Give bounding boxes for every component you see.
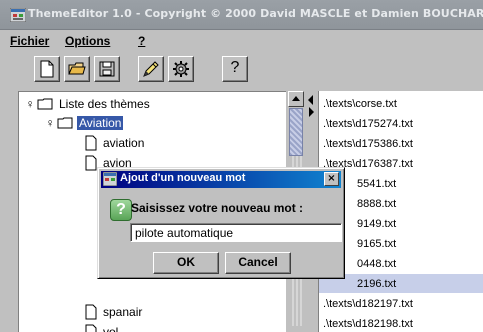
question-icon: ? xyxy=(110,199,132,221)
app-icon xyxy=(10,8,26,22)
file-icon xyxy=(85,304,97,320)
cancel-button[interactable]: Cancel xyxy=(225,252,291,274)
dialog-app-icon xyxy=(103,172,117,186)
file-row[interactable]: .\texts\d175274.txt xyxy=(319,114,483,133)
file-row[interactable]: .\texts\d182198.txt xyxy=(319,314,483,332)
folder-icon xyxy=(37,98,53,110)
new-file-icon xyxy=(40,60,54,78)
file-icon xyxy=(85,135,97,151)
arrow-left-icon xyxy=(308,95,313,105)
tree-root-label: Liste des thèmes xyxy=(59,97,150,111)
expand-key-icon[interactable]: ♀ xyxy=(23,97,37,111)
help-question-icon: ? xyxy=(230,59,240,76)
app-window: ThemeEditor 1.0 - Copyright © 2000 David… xyxy=(0,0,483,332)
settings-button[interactable] xyxy=(168,56,194,82)
file-row[interactable]: .\texts\corse.txt xyxy=(319,94,483,113)
scroll-thumb[interactable] xyxy=(289,108,303,156)
menu-options[interactable]: Options xyxy=(65,34,110,48)
dialog-title-bar[interactable]: Ajout d'un nouveau mot × xyxy=(101,171,341,188)
arrow-up-icon xyxy=(292,96,300,101)
tree-item-aviation-folder[interactable]: ♀ Aviation xyxy=(43,114,124,132)
open-folder-icon xyxy=(68,62,86,75)
tree-root[interactable]: ♀ Liste des thèmes xyxy=(23,95,152,113)
file-row[interactable]: .\texts\d175386.txt xyxy=(319,134,483,153)
file-icon xyxy=(85,324,97,332)
file-row[interactable]: .\texts\d182197.txt xyxy=(319,294,483,313)
toolbar: ? xyxy=(0,52,483,88)
title-bar[interactable]: ThemeEditor 1.0 - Copyright © 2000 David… xyxy=(0,0,483,30)
menu-bar: Fichier Options ? xyxy=(0,30,483,52)
expand-key-icon[interactable]: ♀ xyxy=(43,116,57,130)
file-icon xyxy=(85,155,97,171)
tree-item-spanair[interactable]: spanair xyxy=(85,303,144,321)
dialog-title: Ajout d'un nouveau mot xyxy=(120,172,246,184)
save-disk-icon xyxy=(99,61,115,77)
arrow-right-icon xyxy=(309,107,314,117)
edit-button[interactable] xyxy=(138,56,164,82)
tree-item-label: spanair xyxy=(103,305,143,319)
help-button[interactable]: ? xyxy=(222,56,248,82)
tree-item-aviation[interactable]: aviation xyxy=(85,134,146,152)
settings-gear-icon xyxy=(173,61,189,77)
menu-help[interactable]: ? xyxy=(138,34,145,48)
dialog-close-button[interactable]: × xyxy=(324,172,339,186)
scroll-up-button[interactable] xyxy=(288,91,304,107)
tree-item-label: vol xyxy=(103,325,119,332)
menu-fichier[interactable]: Fichier xyxy=(10,34,49,48)
folder-icon xyxy=(57,117,73,129)
window-title: ThemeEditor 1.0 - Copyright © 2000 David… xyxy=(28,7,483,20)
open-folder-button[interactable] xyxy=(64,56,90,82)
dialog-prompt: Saisissez votre nouveau mot : xyxy=(131,201,304,215)
close-icon: × xyxy=(327,173,336,184)
ok-button[interactable]: OK xyxy=(153,252,219,274)
tree-item-label: aviation xyxy=(103,136,145,150)
new-file-button[interactable] xyxy=(34,56,60,82)
add-word-dialog: Ajout d'un nouveau mot × ? Saisissez vot… xyxy=(97,167,345,279)
edit-pencil-icon xyxy=(143,61,159,77)
save-button[interactable] xyxy=(94,56,120,82)
new-word-input[interactable] xyxy=(130,223,342,242)
tree-selected-label: Aviation xyxy=(77,116,124,130)
tree-item-vol[interactable]: vol xyxy=(85,323,120,332)
